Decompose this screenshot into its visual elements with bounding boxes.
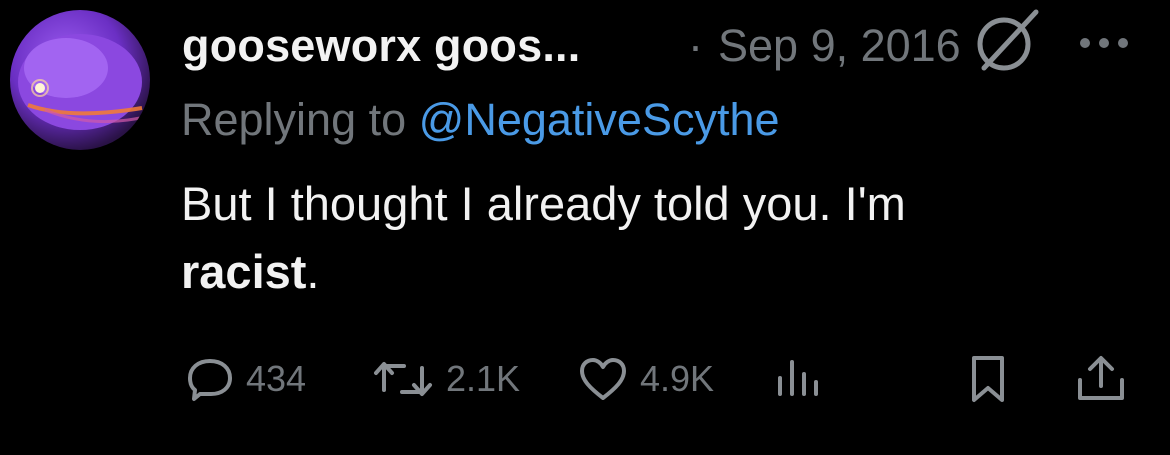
reply-button[interactable]: 434 [186,354,306,404]
retweet-icon [374,362,432,396]
heart-icon [580,358,626,400]
tweet-text-bold: racist [181,245,307,298]
retweet-button[interactable]: 2.1K [372,354,520,404]
tweet: gooseworx goos... · Sep 9, 2016 Replying… [0,0,1170,455]
bookmark-button[interactable] [968,354,1008,404]
replying-prefix: Replying to [181,94,407,145]
share-icon [1078,356,1124,400]
views-button[interactable] [774,354,822,404]
share-button[interactable] [1074,354,1128,404]
tweet-text-plain: But I thought I already told you. I'm [181,177,906,230]
retweet-count: 2.1K [446,358,521,399]
tweet-text-end: . [306,245,320,298]
reply-handle-link[interactable]: @NegativeScythe [419,94,780,145]
replying-to: Replying to @NegativeScythe [181,94,780,146]
author-name[interactable]: gooseworx goos... [182,20,580,72]
separator-dot: · [688,20,703,71]
like-count: 4.9K [640,358,715,399]
reply-icon [188,359,232,401]
more-icon[interactable] [1078,36,1130,50]
reply-count: 434 [246,358,307,399]
like-button[interactable]: 4.9K [578,354,714,404]
tweet-date[interactable]: Sep 9, 2016 [718,20,961,72]
avatar[interactable] [10,10,150,150]
views-icon [778,360,818,396]
bookmark-icon [972,356,1004,402]
tweet-text: But I thought I already told you. I'm ra… [181,170,1081,306]
edited-icon [977,9,1039,71]
